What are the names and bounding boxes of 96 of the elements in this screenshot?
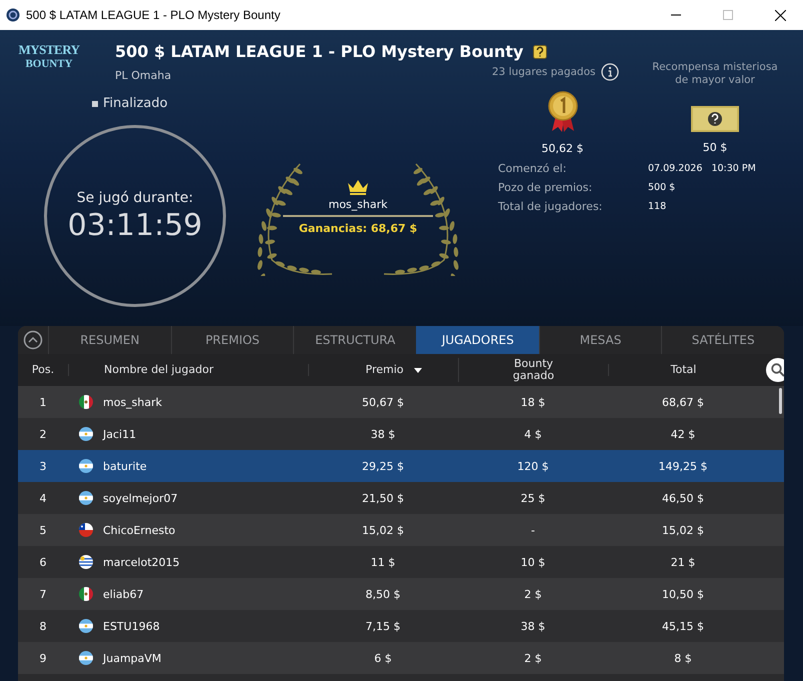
- column-header[interactable]: Total: [670, 362, 696, 376]
- app-icon: [6, 8, 20, 22]
- player-row[interactable]: 9 JuampaVM 6 $ 2 $ 8 $: [18, 642, 784, 674]
- flag-icon: [79, 619, 93, 633]
- player-row[interactable]: 3 baturite 29,25 $ 120 $ 149,25 $: [18, 450, 784, 482]
- position-cell-text: 3: [38, 460, 48, 472]
- position-cell-text: 6: [38, 556, 48, 568]
- position-cell-text: 9: [38, 652, 48, 664]
- detail-value: 07.09.2026 10:30 PM: [648, 163, 757, 174]
- game-type: PL Omaha: [115, 69, 172, 82]
- info-icon[interactable]: [601, 63, 620, 81]
- bounty-cell-text: 2 $: [523, 652, 543, 664]
- detail-label: Comenzó el:: [498, 162, 568, 175]
- flag-icon: [79, 523, 93, 537]
- mystery-prize-amount: 50 $: [702, 141, 728, 154]
- flag-icon: [79, 555, 93, 569]
- bounty-cell-text: 10 $: [520, 556, 546, 568]
- status-square-icon: [92, 100, 98, 106]
- total-cell-text: 21 $: [670, 556, 696, 568]
- total-cell-text: 15,02 $: [661, 524, 705, 536]
- timer-value: 03:11:59: [68, 208, 202, 242]
- bounty-cell-text: 2 $: [523, 588, 543, 600]
- position-cell-text: 5: [38, 524, 48, 536]
- flag-icon: [79, 395, 93, 409]
- tournament-title: 500 $ LATAM LEAGUE 1 - PLO Mystery Bounty: [115, 42, 524, 61]
- position-cell-text: 2: [38, 428, 48, 440]
- total-cell-text: 42 $: [670, 428, 696, 440]
- ticket-icon: [691, 106, 739, 132]
- search-button[interactable]: [766, 358, 784, 382]
- column-header[interactable]: Pos.: [32, 362, 54, 376]
- bounty-cell-text: 18 $: [520, 396, 546, 408]
- position-cell-text: 4: [38, 492, 48, 504]
- position-cell-text: 8: [38, 620, 48, 632]
- position-cell-text: 1: [38, 396, 48, 408]
- total-cell-text: 68,67 $: [661, 396, 705, 408]
- player-name: JuampaVM: [103, 652, 162, 664]
- mystery-bounty-logo: MYSTERY BOUNTY: [18, 43, 80, 71]
- player-name: Jaci11: [103, 428, 136, 440]
- column-header[interactable]: Nombre del jugador: [104, 362, 214, 376]
- column-header[interactable]: Premio: [366, 364, 404, 376]
- bounty-cell-text: 25 $: [520, 492, 546, 504]
- total-cell-text: 45,15 $: [661, 620, 705, 632]
- player-name: ESTU1968: [103, 620, 160, 632]
- bounty-cell-text: 120 $: [516, 460, 550, 472]
- winner-winnings: Ganancias: 68,67 $: [298, 222, 418, 235]
- detail-label: Total de jugadores:: [498, 200, 604, 213]
- detail-value: 500 $: [648, 182, 676, 193]
- timer-label: Se jugó durante:: [76, 190, 194, 206]
- scrollbar-thumb[interactable]: [779, 388, 782, 414]
- close-icon[interactable]: [774, 10, 786, 20]
- medal-icon: [546, 91, 578, 133]
- mystery-reward-label: Recompensa misteriosa de mayor valor: [651, 61, 779, 86]
- prize-cell-text: 6 $: [373, 652, 393, 664]
- bounty-cell-text: -: [530, 524, 536, 536]
- winner-name: mos_shark: [328, 198, 388, 211]
- sort-caret-icon[interactable]: [414, 368, 422, 372]
- player-name: marcelot2015: [103, 556, 180, 568]
- prize-cell-text: 50,67 $: [361, 396, 405, 408]
- detail-label: Pozo de premios:: [498, 181, 594, 194]
- player-name: mos_shark: [103, 396, 162, 408]
- player-name: baturite: [103, 460, 147, 472]
- flag-icon: [79, 459, 93, 473]
- prize-cell-text: 21,50 $: [361, 492, 405, 504]
- flag-icon: [79, 427, 93, 441]
- question-icon: [533, 44, 548, 58]
- position-cell-text: 7: [38, 588, 48, 600]
- player-row[interactable]: 7 eliab67 8,50 $ 2 $ 10,50 $: [18, 578, 784, 610]
- total-cell-text: 10,50 $: [661, 588, 705, 600]
- flag-icon: [79, 651, 93, 665]
- status-label: Finalizado: [103, 96, 168, 111]
- player-name: soyelmejor07: [103, 492, 178, 504]
- prize-cell-text: 29,25 $: [361, 460, 405, 472]
- prize-cell-text: 38 $: [370, 428, 396, 440]
- player-name: eliab67: [103, 588, 144, 600]
- player-row[interactable]: 5 ChicoErnesto 15,02 $ - 15,02 $: [18, 514, 784, 546]
- prize-cell-text: 8,50 $: [364, 588, 402, 600]
- window-title: 500 $ LATAM LEAGUE 1 - PLO Mystery Bounty: [26, 8, 282, 22]
- bounty-cell-text: 38 $: [520, 620, 546, 632]
- bounty-cell-text: 4 $: [523, 428, 543, 440]
- total-cell-text: 46,50 $: [661, 492, 705, 504]
- column-header[interactable]: Bounty ganado: [504, 358, 564, 382]
- prize-cell-text: 7,15 $: [364, 620, 402, 632]
- first-prize-amount: 50,62 $: [542, 142, 584, 155]
- collapse-icon[interactable]: [23, 330, 43, 350]
- detail-value: 118: [648, 201, 668, 212]
- tab[interactable]: JUGADORES: [416, 326, 539, 354]
- flag-icon: [79, 491, 93, 505]
- flag-icon: [79, 587, 93, 601]
- paid-places: 23 lugares pagados: [492, 66, 596, 78]
- player-row[interactable]: 1 mos_shark 50,67 $ 18 $ 68,67 $: [18, 386, 784, 418]
- prize-cell-text: 11 $: [370, 556, 396, 568]
- total-cell-text: 149,25 $: [658, 460, 708, 472]
- player-name: ChicoErnesto: [103, 524, 176, 536]
- prize-cell-text: 15,02 $: [361, 524, 405, 536]
- crown-icon: [347, 179, 369, 195]
- total-cell-text: 8 $: [673, 652, 693, 664]
